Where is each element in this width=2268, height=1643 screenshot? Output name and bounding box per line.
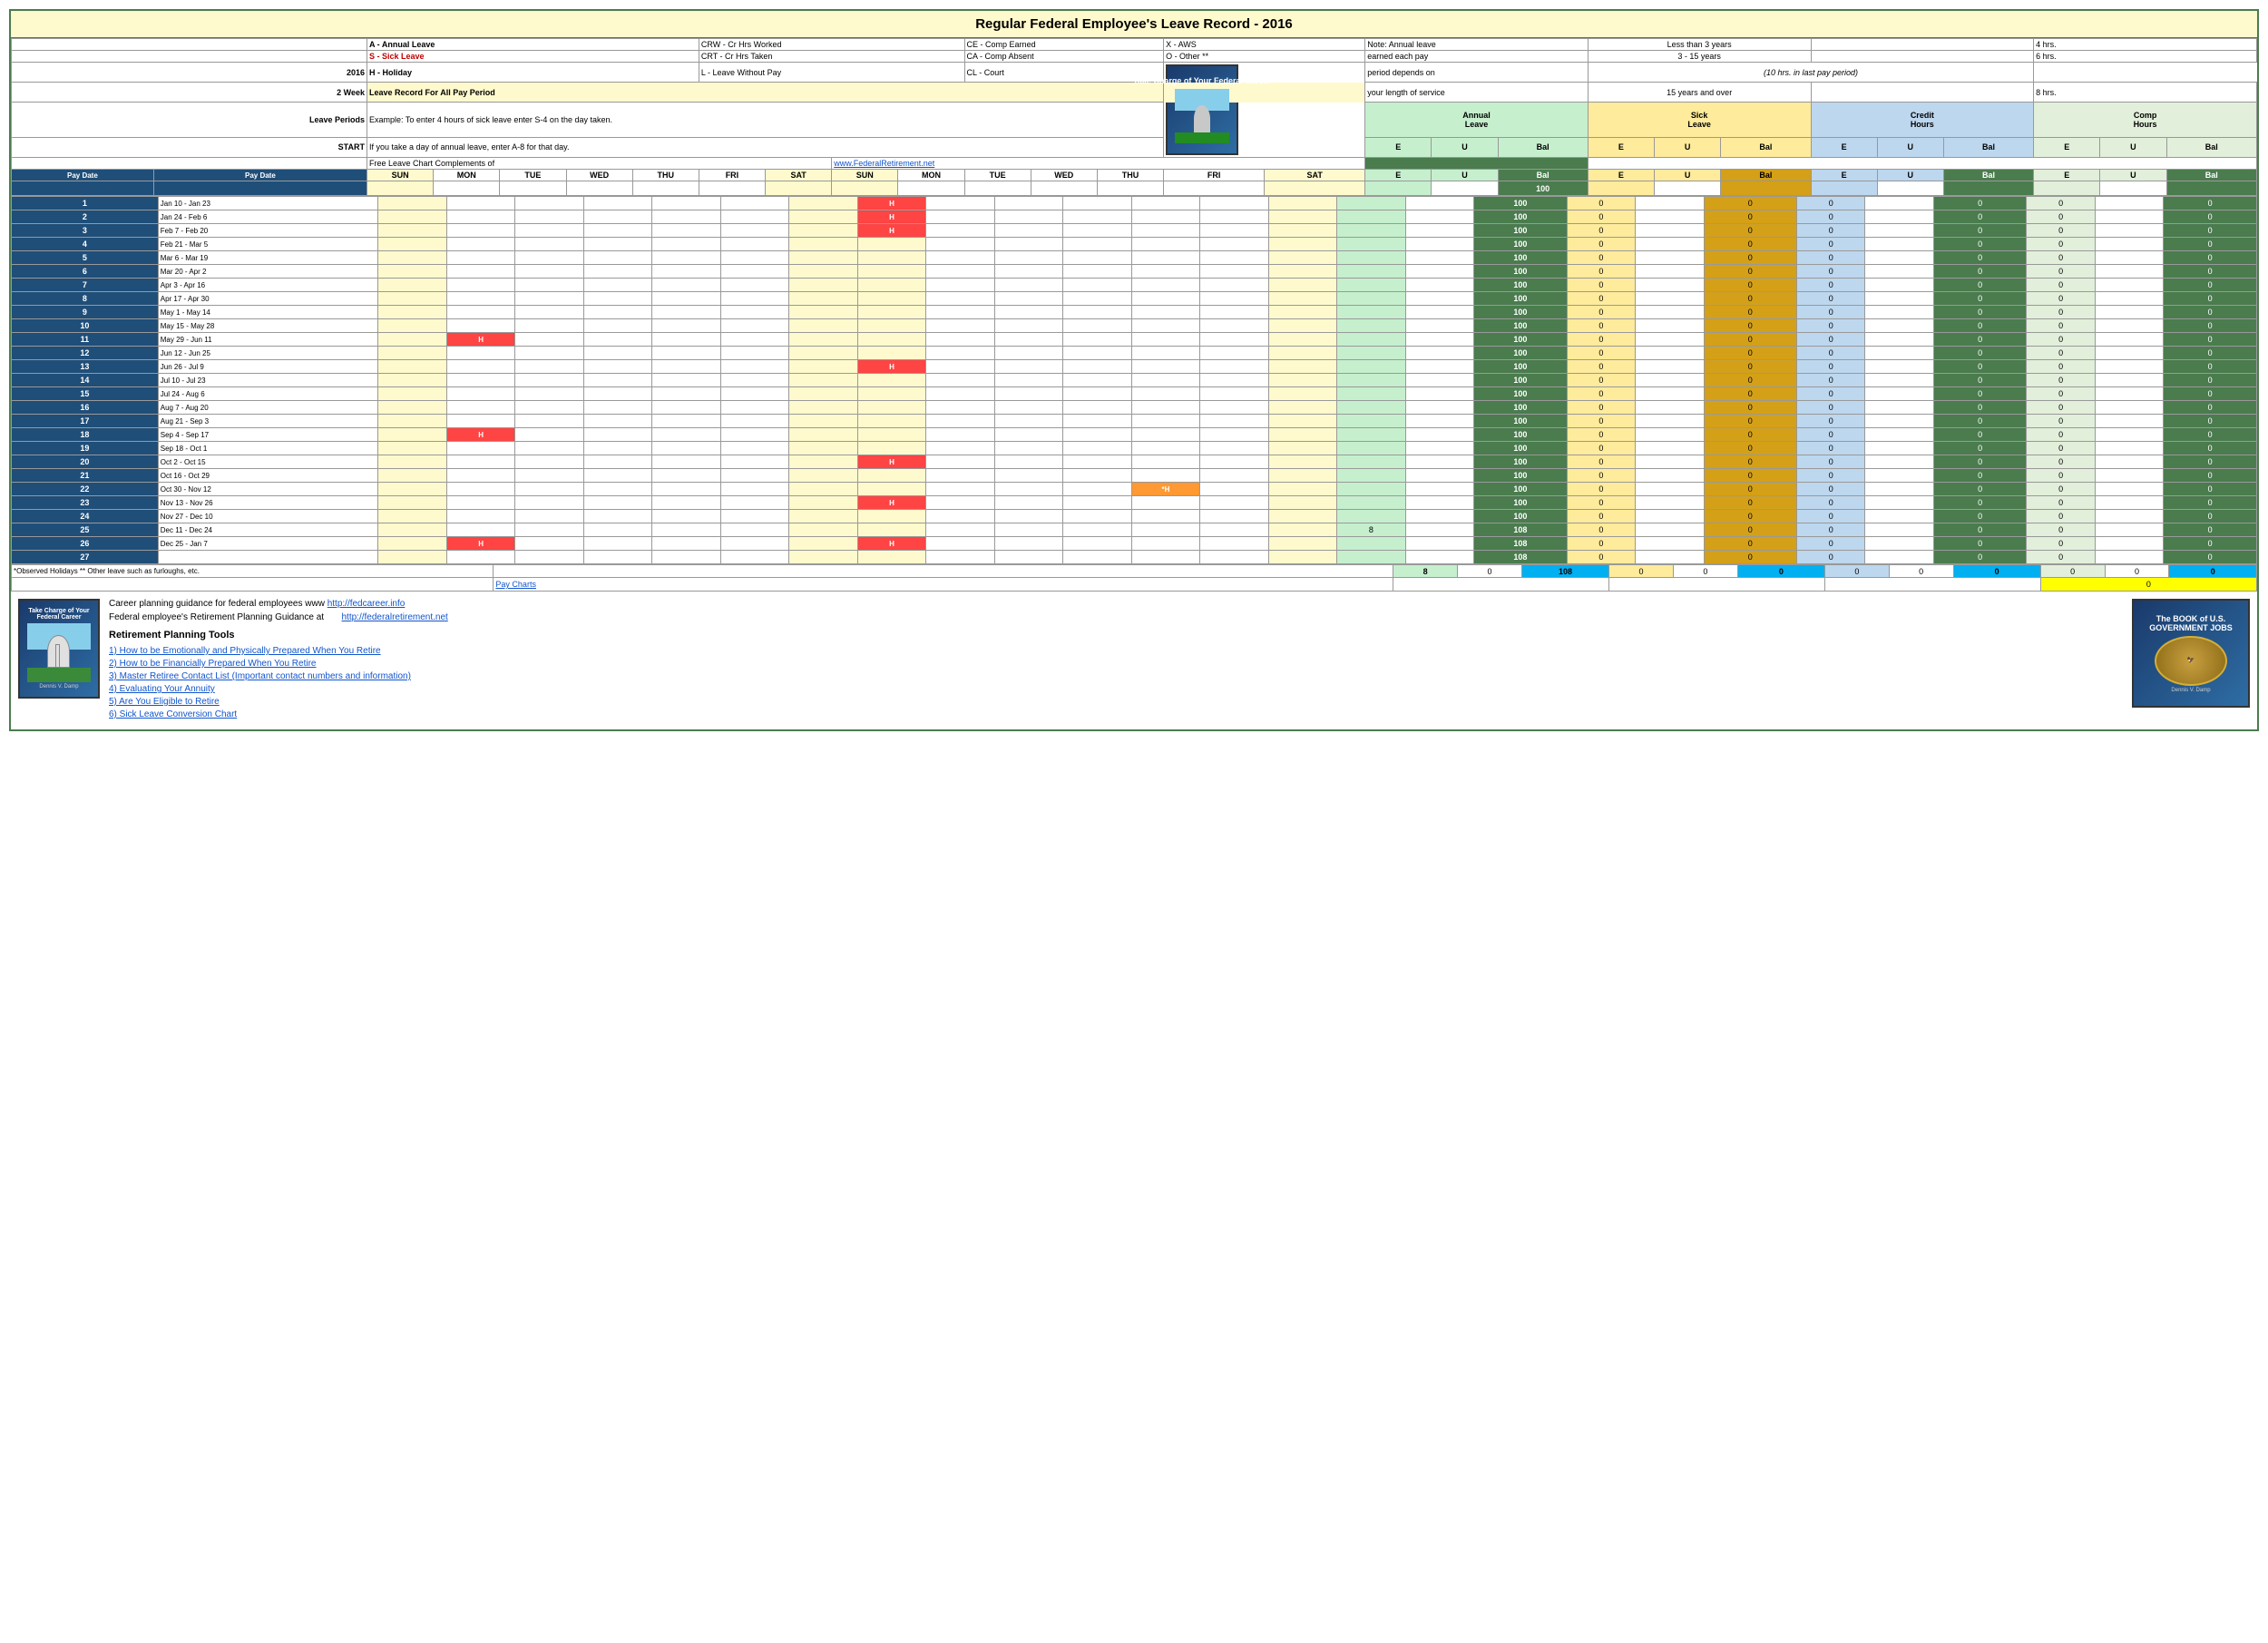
footer-content: Career planning guidance for federal emp… [109, 599, 2123, 722]
leave-record-table: A - Annual Leave CRW - Cr Hrs Worked CE … [11, 38, 2257, 196]
table-row: 25Dec 11 - Dec 248108000000 [12, 523, 2257, 537]
footer-link-item[interactable]: 5) Are You Eligible to Retire [109, 697, 2123, 707]
table-row: 7Apr 3 - Apr 16100000000 [12, 279, 2257, 292]
footer-link-item[interactable]: 2) How to be Financially Prepared When Y… [109, 659, 2123, 669]
retirement-text: Federal employee's Retirement Planning G… [109, 612, 324, 622]
totals-row: *Observed Holidays ** Other leave such a… [12, 565, 2257, 578]
table-row: 24Nov 27 - Dec 10100000000 [12, 510, 2257, 523]
column-header-row: Pay Date Pay Date SUN MON TUE WED THU FR… [12, 170, 2257, 181]
table-row: 11May 29 - Jun 11H100000000 [12, 333, 2257, 347]
career-link[interactable]: http://fedcareer.info [327, 599, 406, 609]
footer-link-item[interactable]: 4) Evaluating Your Annuity [109, 684, 2123, 694]
book1-footer: Take Charge of Your Federal Career Denni… [18, 599, 100, 699]
table-row: 18Sep 4 - Sep 17H100000000 [12, 428, 2257, 442]
table-row: 5Mar 6 - Mar 19100000000 [12, 251, 2257, 265]
book2-footer: The BOOK of U.S. GOVERNMENT JOBS 🦅 Denni… [2132, 599, 2250, 708]
table-row: 16Aug 7 - Aug 20100000000 [12, 401, 2257, 415]
totals-table: *Observed Holidays ** Other leave such a… [11, 564, 2257, 592]
table-row: 13Jun 26 - Jul 9H100000000 [12, 360, 2257, 374]
data-rows-table: 1Jan 10 - Jan 23H1000000002Jan 24 - Feb … [11, 196, 2257, 564]
table-row: 26Dec 25 - Jan 7HH108000000 [12, 537, 2257, 551]
legend-row-3: 2016 H - Holiday L - Leave Without Pay C… [12, 63, 2257, 83]
table-row: 21Oct 16 - Oct 29100000000 [12, 469, 2257, 483]
table-row: 3Feb 7 - Feb 20H100000000 [12, 224, 2257, 238]
table-row: 20Oct 2 - Oct 15H100000000 [12, 455, 2257, 469]
legend-row-2: S - Sick Leave CRT - Cr Hrs Taken CA - C… [12, 51, 2257, 63]
free-leave-row: Free Leave Chart Complements of www.Fede… [12, 158, 2257, 170]
table-row: 2Jan 24 - Feb 6H100000000 [12, 210, 2257, 224]
table-row: 8Apr 17 - Apr 30100000000 [12, 292, 2257, 306]
example-row-1: Leave Periods Example: To enter 4 hours … [12, 103, 2257, 138]
table-row: 27108000000 [12, 551, 2257, 564]
pay-charts-link[interactable]: Pay Charts [495, 580, 536, 589]
example-row-2: START If you take a day of annual leave,… [12, 137, 2257, 157]
footer-link-item[interactable]: 3) Master Retiree Contact List (Importan… [109, 671, 2123, 681]
career-guidance-text: Career planning guidance for federal emp… [109, 599, 327, 609]
table-row: 10May 15 - May 28100000000 [12, 319, 2257, 333]
footer-link-item[interactable]: 1) How to be Emotionally and Physically … [109, 646, 2123, 656]
retirement-link[interactable]: http://federalretirement.net [342, 612, 448, 622]
page-title: Regular Federal Employee's Leave Record … [11, 11, 2257, 38]
table-row: 19Sep 18 - Oct 1100000000 [12, 442, 2257, 455]
start-balance-row: 100 [12, 181, 2257, 196]
legend-row-1: A - Annual Leave CRW - Cr Hrs Worked CE … [12, 39, 2257, 51]
table-row: 4Feb 21 - Mar 5100000000 [12, 238, 2257, 251]
table-row: 1Jan 10 - Jan 23H100000000 [12, 197, 2257, 210]
table-row: 14Jul 10 - Jul 23100000000 [12, 374, 2257, 387]
footer-section: Take Charge of Your Federal Career Denni… [11, 592, 2257, 729]
table-row: 17Aug 21 - Sep 3100000000 [12, 415, 2257, 428]
main-container: Regular Federal Employee's Leave Record … [9, 9, 2259, 731]
table-row: 12Jun 12 - Jun 25100000000 [12, 347, 2257, 360]
footer-link-item[interactable]: 6) Sick Leave Conversion Chart [109, 709, 2123, 719]
table-row: 22Oct 30 - Nov 12*H100000000 [12, 483, 2257, 496]
table-row: 23Nov 13 - Nov 26H100000000 [12, 496, 2257, 510]
table-row: 9May 1 - May 14100000000 [12, 306, 2257, 319]
table-row: 6Mar 20 - Apr 2100000000 [12, 265, 2257, 279]
footer-links: 1) How to be Emotionally and Physically … [109, 646, 2123, 719]
table-row: 15Jul 24 - Aug 6100000000 [12, 387, 2257, 401]
book1-cover: Take Charge of Your Federal Career [1166, 64, 1238, 155]
pay-charts-row: Pay Charts 0 [12, 578, 2257, 592]
retirement-tools-title: Retirement Planning Tools [109, 630, 2123, 641]
